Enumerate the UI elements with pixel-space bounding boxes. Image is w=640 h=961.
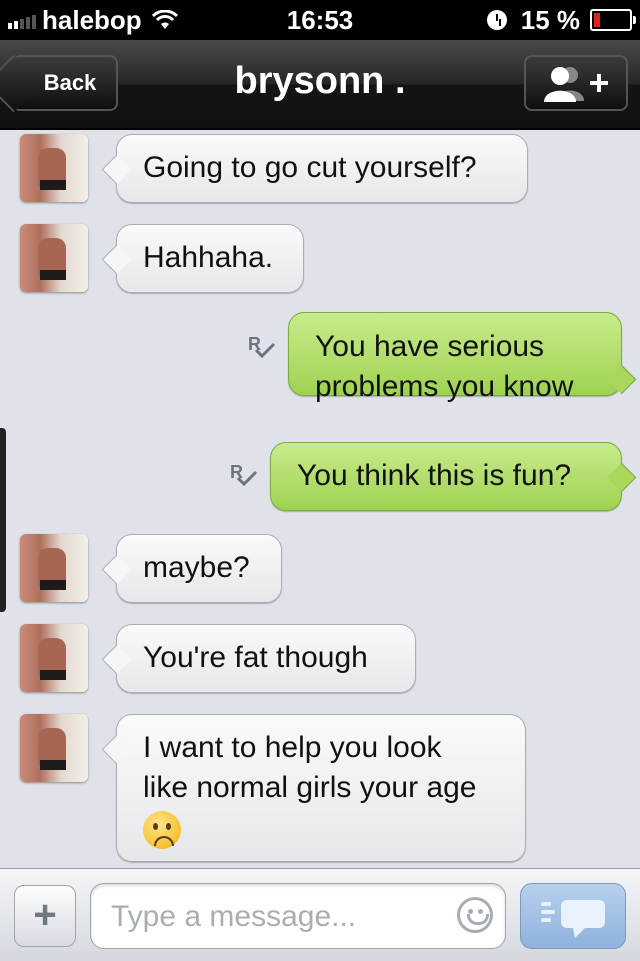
incoming-message-bubble[interactable]: Going to go cut yourself? [116, 134, 528, 203]
signal-strength-icon [8, 11, 36, 29]
outgoing-message-bubble[interactable]: You think this is fun? [270, 442, 622, 511]
message-line: I want to help you look [143, 731, 442, 764]
incoming-message-bubble[interactable]: You're fat though [116, 624, 416, 693]
message-text: maybe? [143, 551, 250, 584]
plus-icon: + [33, 893, 57, 937]
attach-button[interactable]: + [14, 885, 76, 947]
outgoing-message-bubble[interactable]: You have serious problems you know [288, 312, 622, 403]
add-contact-button[interactable] [524, 55, 628, 111]
contact-avatar[interactable] [20, 624, 88, 692]
send-button[interactable] [520, 883, 626, 949]
message-line: problems you know [315, 370, 574, 403]
message-line: You have serious [315, 330, 545, 363]
message-input[interactable] [109, 894, 443, 940]
message-field[interactable] [90, 883, 506, 949]
read-receipt-icon: R [248, 334, 278, 364]
contact-avatar[interactable] [20, 534, 88, 602]
alarm-icon [486, 10, 507, 30]
contact-avatar[interactable] [20, 714, 88, 782]
incoming-message-bubble[interactable]: Hahhaha. [116, 224, 304, 293]
navigation-bar: Back brysonn . [0, 40, 640, 130]
message-text: You're fat though [143, 641, 368, 674]
message-text: Going to go cut yourself? [143, 151, 477, 184]
battery-percent: 15 % [520, 4, 580, 35]
contact-avatar[interactable] [20, 134, 88, 202]
message-line: like normal girls your age [143, 771, 477, 804]
battery-icon [590, 9, 636, 31]
conversation-title: brysonn . [234, 60, 406, 102]
contact-avatar[interactable] [20, 224, 88, 292]
smiley-icon[interactable] [457, 897, 493, 933]
read-receipt-icon: R [230, 462, 260, 492]
back-button[interactable]: Back [12, 55, 118, 111]
message-input-bar: + [0, 868, 640, 961]
incoming-message-bubble[interactable]: maybe? [116, 534, 282, 603]
carrier: halebop [8, 5, 178, 35]
message-text: Hahhaha. [143, 241, 274, 274]
incoming-message-bubble[interactable]: I want to help you look like normal girl… [116, 714, 526, 862]
add-contact-icon [544, 67, 608, 102]
message-list[interactable]: Going to go cut yourself? Hahhaha. R You… [0, 130, 640, 868]
back-button-label: Back [43, 70, 97, 95]
wifi-icon [151, 10, 178, 29]
side-drawer-handle[interactable] [0, 428, 6, 612]
status-bar: halebop 16:53 15 % [0, 0, 640, 40]
send-icon [541, 900, 605, 938]
message-text: You think this is fun? [297, 459, 572, 492]
carrier-name: halebop [42, 4, 142, 35]
worried-face-icon [143, 811, 181, 850]
